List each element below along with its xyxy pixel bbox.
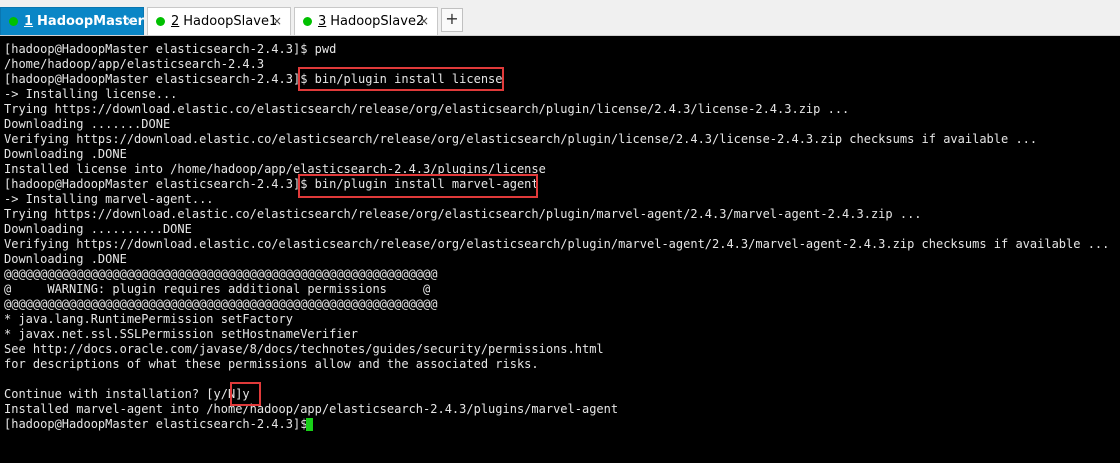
terminal-output[interactable]: [hadoop@HadoopMaster elasticsearch-2.4.3… bbox=[0, 37, 1120, 463]
terminal-line: Downloading .DONE bbox=[4, 147, 127, 161]
terminal-line: Verifying https://download.elastic.co/el… bbox=[4, 237, 1110, 251]
highlight-box-install-license bbox=[298, 67, 504, 91]
terminal-line: @@@@@@@@@@@@@@@@@@@@@@@@@@@@@@@@@@@@@@@@… bbox=[4, 267, 438, 281]
tab-index: 2 bbox=[171, 14, 180, 29]
terminal-line: Trying https://download.elastic.co/elast… bbox=[4, 102, 850, 116]
terminal-line: [hadoop@HadoopMaster elasticsearch-2.4.3… bbox=[4, 42, 337, 56]
terminal-line: [hadoop@HadoopMaster elasticsearch-2.4.3… bbox=[4, 417, 315, 431]
terminal-line: @ WARNING: plugin requires additional pe… bbox=[4, 282, 431, 296]
highlight-box-install-marvel-agent bbox=[298, 174, 538, 198]
tab-label: HadoopSlave2 bbox=[330, 14, 425, 29]
highlight-box-confirm-y bbox=[230, 382, 261, 406]
tab-label: HadoopSlave1 bbox=[183, 14, 278, 29]
terminal-line: Trying https://download.elastic.co/elast… bbox=[4, 207, 922, 221]
close-icon[interactable]: × bbox=[419, 13, 429, 29]
terminal-line: Downloading .DONE bbox=[4, 252, 127, 266]
connected-status-icon bbox=[303, 17, 312, 26]
terminal-line: * javax.net.ssl.SSLPermission setHostnam… bbox=[4, 327, 359, 341]
tab-bar: 1 HadoopMaster × 2 HadoopSlave1 × 3 Hado… bbox=[0, 0, 1120, 36]
terminal-line: Continue with installation? [y/N]y bbox=[4, 387, 250, 401]
connected-status-icon bbox=[156, 17, 165, 26]
tab-index: 1 bbox=[24, 14, 34, 29]
terminal-line: Downloading ..........DONE bbox=[4, 222, 192, 236]
terminal-line: See http://docs.oracle.com/javase/8/docs… bbox=[4, 342, 604, 356]
close-icon[interactable]: × bbox=[125, 13, 135, 29]
terminal-line: @@@@@@@@@@@@@@@@@@@@@@@@@@@@@@@@@@@@@@@@… bbox=[4, 297, 438, 311]
terminal-line: Verifying https://download.elastic.co/el… bbox=[4, 132, 1038, 146]
terminal-line: for descriptions of what these permissio… bbox=[4, 357, 539, 371]
terminal-line: /home/hadoop/app/elasticsearch-2.4.3 bbox=[4, 57, 265, 71]
add-tab-button[interactable]: + bbox=[441, 8, 463, 32]
tab-hadoopslave1[interactable]: 2 HadoopSlave1 × bbox=[147, 7, 291, 35]
terminal-cursor bbox=[306, 418, 313, 431]
terminal-line: Downloading .......DONE bbox=[4, 117, 171, 131]
close-icon[interactable]: × bbox=[272, 13, 282, 29]
terminal-line: -> Installing marvel-agent... bbox=[4, 192, 214, 206]
tab-hadoopslave2[interactable]: 3 HadoopSlave2 × bbox=[294, 7, 438, 35]
terminal-line: Installed marvel-agent into /home/hadoop… bbox=[4, 402, 619, 416]
terminal-line: -> Installing license... bbox=[4, 87, 178, 101]
terminal-line: * java.lang.RuntimePermission setFactory bbox=[4, 312, 293, 326]
connected-status-icon bbox=[9, 17, 18, 26]
tab-index: 3 bbox=[318, 14, 327, 29]
tab-hadoopmaster[interactable]: 1 HadoopMaster × bbox=[0, 7, 144, 35]
